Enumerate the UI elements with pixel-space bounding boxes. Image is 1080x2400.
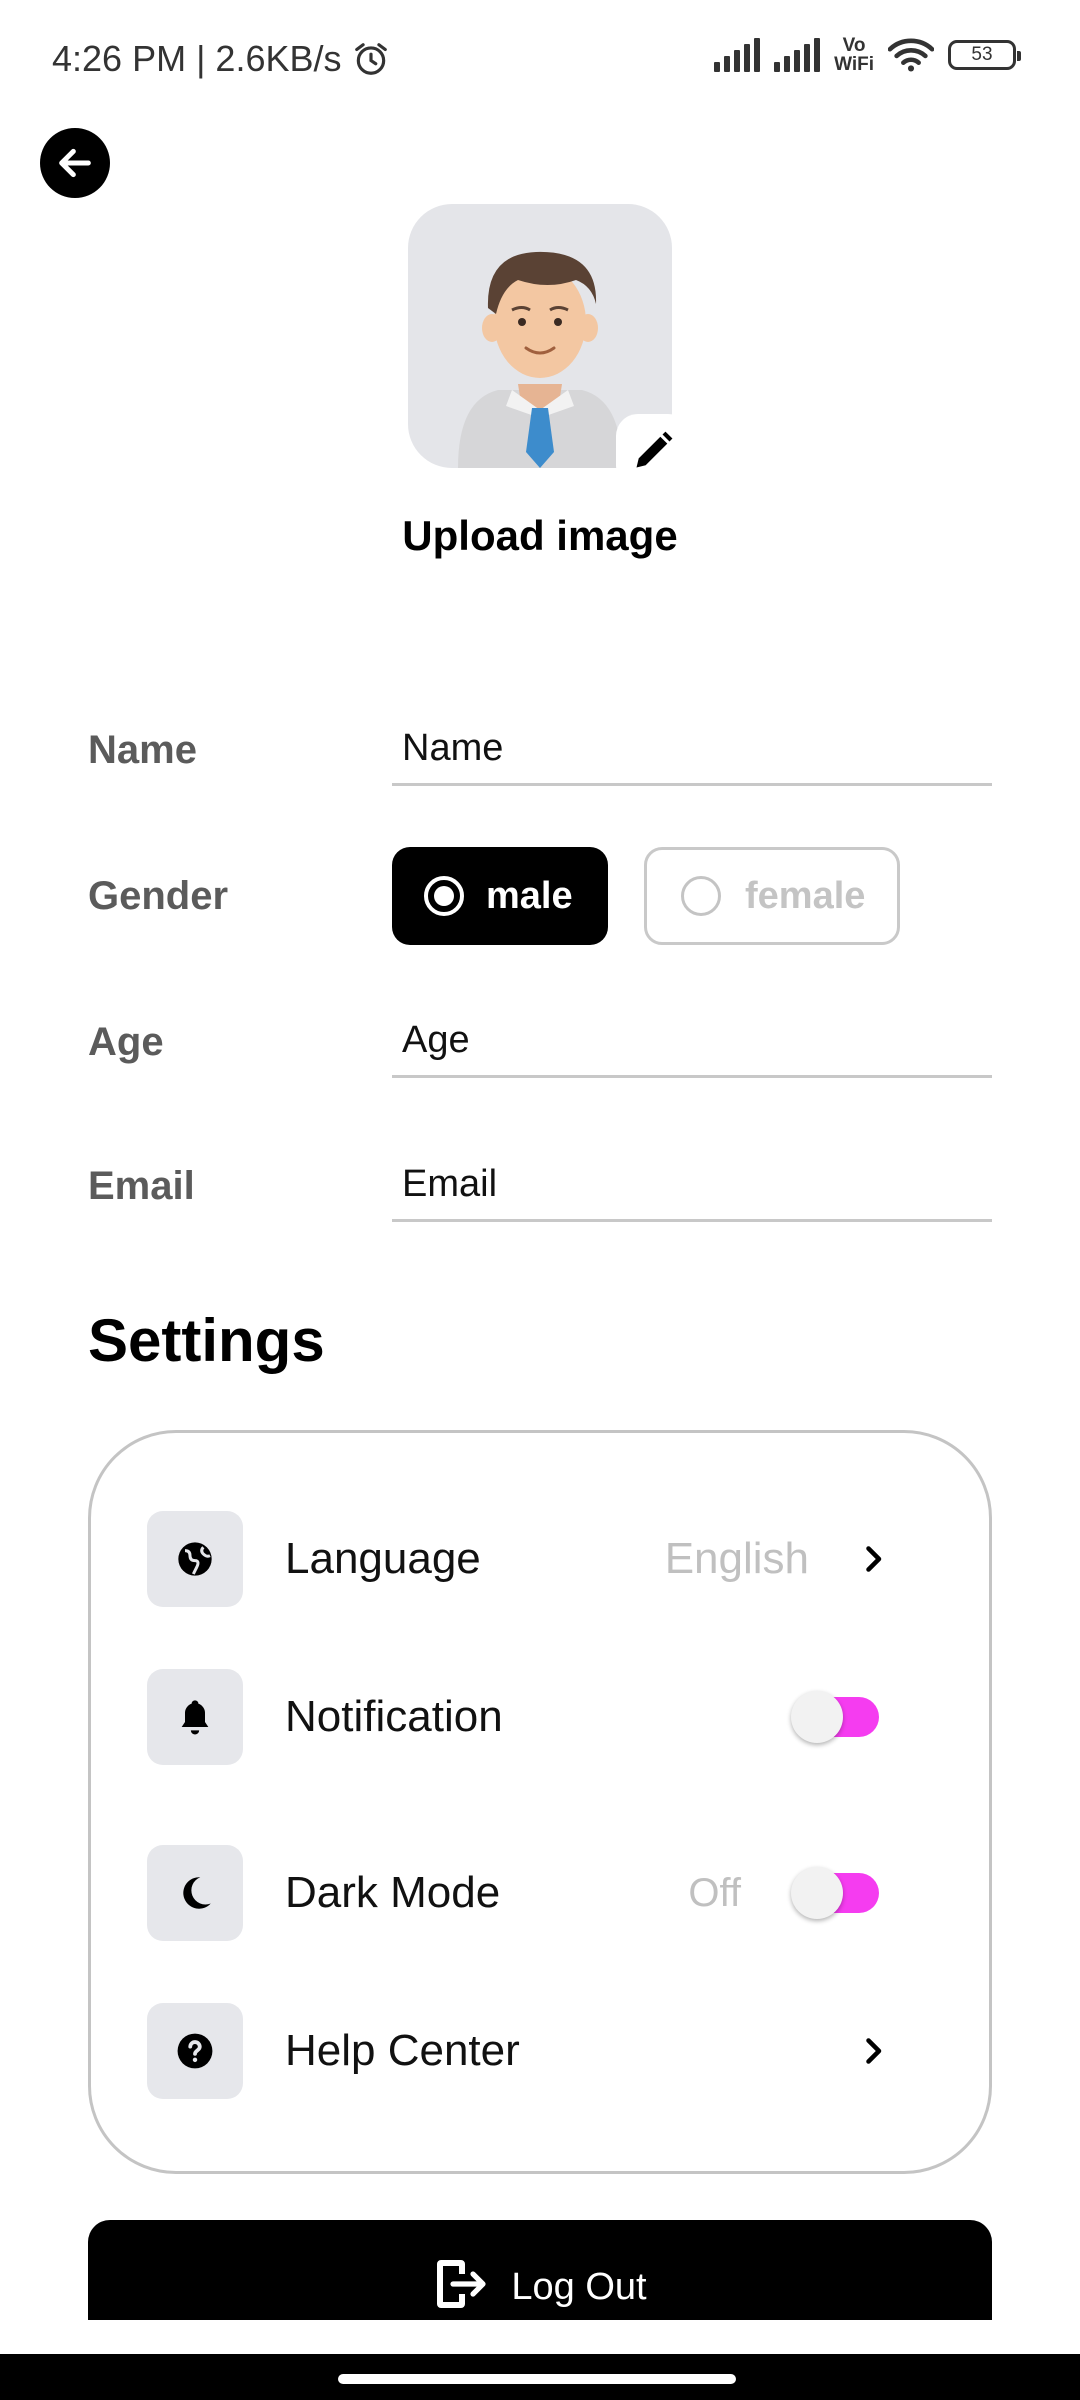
notification-toggle[interactable] bbox=[791, 1691, 879, 1743]
system-nav-bar bbox=[0, 2354, 1080, 2400]
logout-icon bbox=[437, 2260, 486, 2308]
name-label: Name bbox=[88, 728, 197, 772]
signal-icon bbox=[774, 38, 821, 72]
settings-title: Settings bbox=[88, 1307, 325, 1374]
settings-item-label: Language bbox=[285, 1534, 481, 1583]
arrow-left-icon bbox=[59, 148, 91, 178]
signal-icon bbox=[714, 38, 761, 72]
back-button[interactable] bbox=[40, 128, 110, 198]
gender-label: Gender bbox=[88, 874, 229, 918]
status-left: 4:26 PM | 2.6KB/s bbox=[52, 38, 390, 80]
settings-item-help-center[interactable]: Help Center bbox=[147, 2003, 937, 2099]
name-input[interactable] bbox=[392, 714, 992, 786]
vowifi-bottom: WiFi bbox=[834, 54, 874, 75]
settings-item-notification[interactable]: Notification bbox=[147, 1669, 937, 1765]
globe-icon bbox=[147, 1511, 243, 1607]
edit-avatar-button[interactable] bbox=[616, 414, 690, 488]
age-label: Age bbox=[88, 1020, 164, 1064]
language-value: English bbox=[664, 1534, 809, 1583]
pencil-icon bbox=[636, 431, 673, 468]
chevron-right-icon bbox=[866, 2038, 882, 2064]
status-time-speed: 4:26 PM | 2.6KB/s bbox=[52, 38, 342, 79]
dark-mode-value: Off bbox=[688, 1871, 741, 1915]
moon-icon bbox=[147, 1845, 243, 1941]
battery-level: 53 bbox=[971, 44, 993, 65]
settings-item-language[interactable]: Language English bbox=[147, 1511, 937, 1607]
upload-image-label[interactable]: Upload image bbox=[0, 512, 1080, 560]
settings-item-dark-mode[interactable]: Dark Mode Off bbox=[147, 1845, 937, 1941]
bell-icon bbox=[147, 1669, 243, 1765]
age-input[interactable] bbox=[392, 1006, 992, 1078]
toggle-knob bbox=[791, 1691, 843, 1743]
gender-option-female[interactable]: female bbox=[644, 847, 900, 945]
radio-unselected-icon bbox=[681, 876, 721, 916]
logout-label: Log Out bbox=[511, 2266, 647, 2308]
home-indicator[interactable] bbox=[338, 2374, 736, 2384]
radio-selected-icon bbox=[424, 876, 464, 916]
email-input[interactable] bbox=[392, 1150, 992, 1222]
status-right: Vo WiFi 53 bbox=[714, 36, 1021, 74]
vowifi-top: Vo bbox=[842, 35, 866, 56]
toggle-knob bbox=[791, 1867, 843, 1919]
chevron-right-icon bbox=[866, 1546, 882, 1572]
settings-item-label: Dark Mode bbox=[285, 1868, 501, 1917]
email-label: Email bbox=[88, 1164, 195, 1208]
avatar-upload[interactable] bbox=[408, 204, 690, 488]
gender-male-label: male bbox=[486, 874, 573, 917]
battery-icon: 53 bbox=[948, 40, 1021, 70]
vowifi-indicator: Vo WiFi bbox=[834, 36, 874, 74]
alarm-icon bbox=[354, 43, 387, 75]
wifi-icon bbox=[888, 38, 934, 72]
settings-item-label: Notification bbox=[285, 1692, 503, 1741]
gender-option-male[interactable]: male bbox=[392, 847, 608, 945]
settings-card: Language English Notification Dark Mode … bbox=[88, 1430, 992, 2174]
settings-item-label: Help Center bbox=[285, 2026, 520, 2075]
logout-button[interactable]: Log Out bbox=[88, 2220, 992, 2320]
question-icon bbox=[147, 2003, 243, 2099]
dark-mode-toggle[interactable] bbox=[791, 1867, 879, 1919]
status-bar: 4:26 PM | 2.6KB/s Vo WiFi 53 bbox=[0, 0, 1080, 120]
gender-female-label: female bbox=[745, 874, 866, 917]
